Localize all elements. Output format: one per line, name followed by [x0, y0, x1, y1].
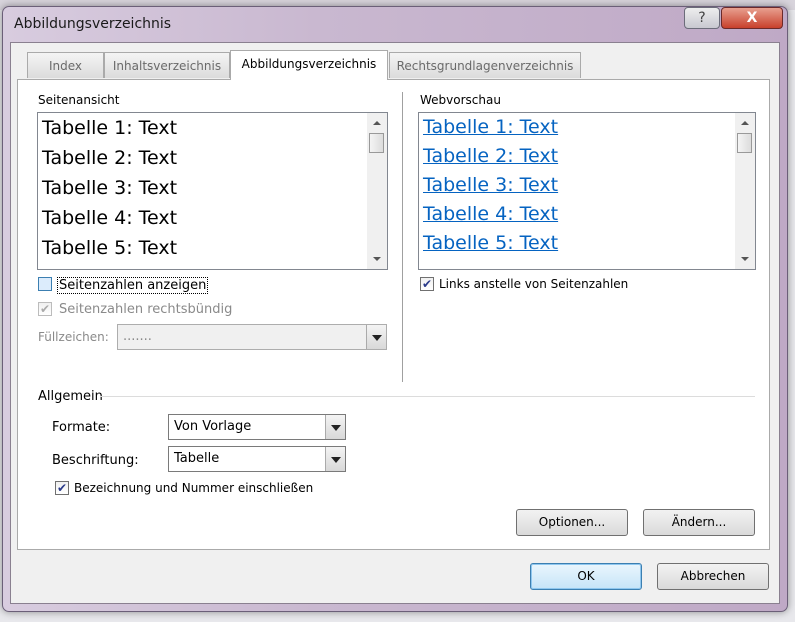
web-preview-list[interactable]: Tabelle 1: Text Tabelle 2: Text Tabelle …: [418, 112, 756, 270]
list-item-link: Tabelle 1: Text: [423, 116, 559, 138]
cancel-button[interactable]: Abbrechen: [657, 563, 769, 590]
scroll-up-icon[interactable]: [741, 121, 749, 125]
chevron-down-icon[interactable]: [325, 447, 345, 471]
list-item-link: Tabelle 5: Text: [423, 232, 559, 254]
use-hyperlinks-checkbox[interactable]: ✔: [420, 277, 434, 291]
caption-value: Tabelle: [174, 451, 220, 466]
list-item: Tabelle 4: Text: [42, 207, 178, 229]
options-button[interactable]: Optionen...: [516, 509, 628, 536]
list-item: Tabelle 2: Text: [42, 147, 178, 169]
list-item-link: Tabelle 2: Text: [423, 145, 559, 167]
caption-label: Beschriftung:: [52, 453, 139, 468]
scrollbar[interactable]: [367, 113, 387, 269]
help-button[interactable]: ?: [684, 7, 720, 29]
scroll-down-icon[interactable]: [741, 257, 749, 261]
list-item-link: Tabelle 3: Text: [423, 174, 559, 196]
scroll-thumb[interactable]: [369, 133, 384, 153]
list-item: Tabelle 5: Text: [42, 237, 178, 259]
scroll-up-icon[interactable]: [373, 121, 381, 125]
show-page-numbers-label[interactable]: Seitenzahlen anzeigen: [57, 277, 209, 294]
tab-rechtsgrundlagenverzeichnis[interactable]: Rechtsgrundlagenverzeichnis: [389, 52, 581, 78]
list-item: Tabelle 3: Text: [42, 177, 178, 199]
vertical-divider: [402, 92, 403, 382]
list-item: Tabelle 1: Text: [42, 117, 178, 139]
print-preview-list[interactable]: Tabelle 1: Text Tabelle 2: Text Tabelle …: [37, 112, 388, 270]
group-divider: [100, 396, 755, 397]
chevron-down-icon[interactable]: [325, 415, 345, 439]
formats-value: Von Vorlage: [174, 419, 252, 434]
formats-select[interactable]: Von Vorlage: [168, 414, 346, 440]
scroll-down-icon[interactable]: [373, 257, 381, 261]
ok-button[interactable]: OK: [530, 563, 642, 590]
include-label-label: Bezeichnung und Nummer einschließen: [74, 481, 314, 495]
include-label-checkbox[interactable]: ✔: [55, 481, 69, 495]
close-button[interactable]: X: [721, 7, 783, 29]
scrollbar[interactable]: [735, 113, 755, 269]
caption-select[interactable]: Tabelle: [168, 446, 346, 472]
tab-abbildungsverzeichnis[interactable]: Abbildungsverzeichnis: [230, 50, 388, 80]
general-heading: Allgemein: [38, 389, 103, 404]
right-align-label: Seitenzahlen rechtsbündig: [59, 302, 233, 317]
tab-leader-label: Füllzeichen:: [38, 330, 109, 344]
tab-leader-select[interactable]: .......: [117, 324, 387, 350]
tab-inhaltsverzeichnis[interactable]: Inhaltsverzeichnis: [104, 52, 230, 78]
list-item-link: Tabelle 4: Text: [423, 203, 559, 225]
tab-leader-value: .......: [123, 329, 152, 344]
chevron-down-icon[interactable]: [366, 325, 386, 349]
use-hyperlinks-label: Links anstelle von Seitenzahlen: [439, 277, 629, 291]
show-page-numbers-checkbox[interactable]: [38, 277, 52, 291]
formats-label: Formate:: [52, 420, 111, 435]
dialog-title: Abbildungsverzeichnis: [14, 16, 172, 32]
right-align-checkbox[interactable]: ✔: [38, 302, 52, 316]
print-preview-label: Seitenansicht: [38, 93, 120, 107]
web-preview-label: Webvorschau: [420, 93, 501, 107]
tab-index[interactable]: Index: [27, 52, 104, 78]
scroll-thumb[interactable]: [737, 133, 752, 153]
modify-button[interactable]: Ändern...: [643, 509, 755, 536]
